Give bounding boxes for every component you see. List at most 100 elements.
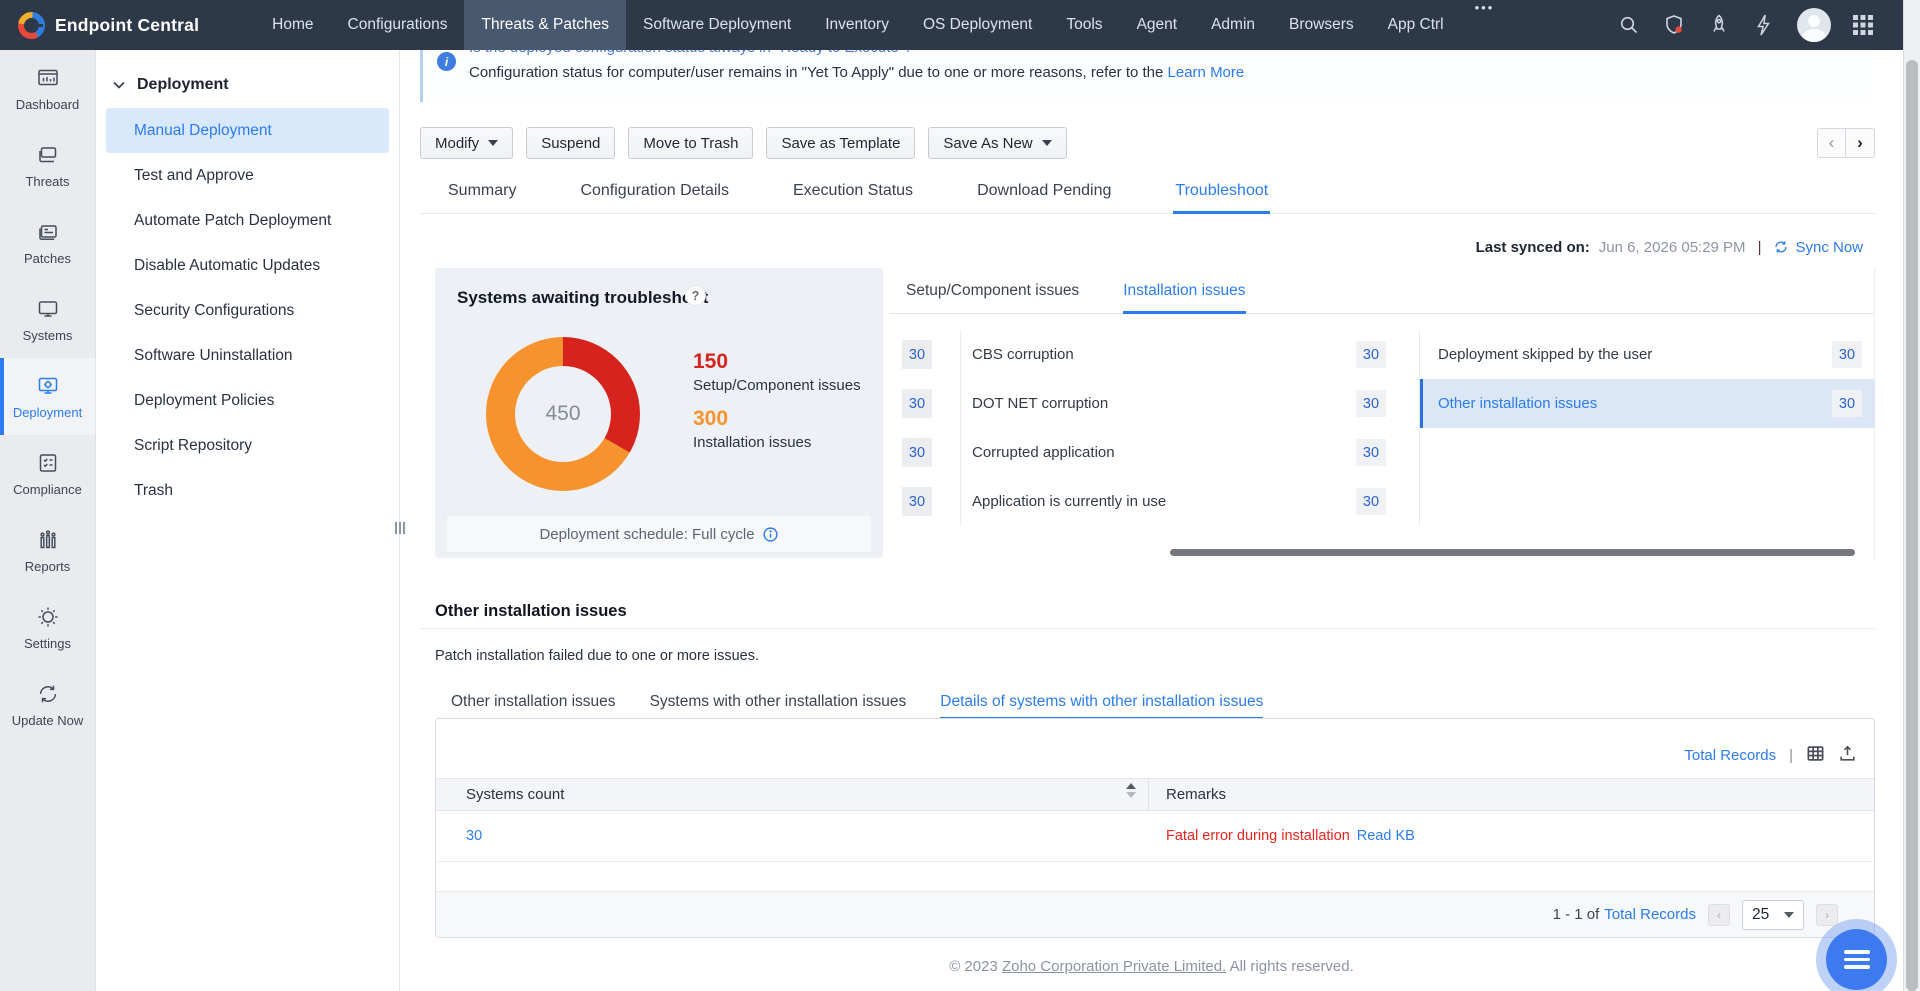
threats-icon (36, 143, 60, 167)
gear-icon (36, 605, 60, 629)
nav-item-browsers[interactable]: Browsers (1272, 0, 1371, 50)
sort-desc-icon[interactable] (1126, 792, 1136, 798)
patches-icon (36, 220, 60, 244)
issue-row-application-in-use[interactable]: 30 Application is currently in use 30 (902, 477, 1394, 526)
issue-count-link[interactable]: 30 (1832, 390, 1862, 417)
info-circle-icon[interactable] (762, 526, 779, 543)
section-description: Patch installation failed due to one or … (435, 648, 759, 664)
tab-details-of-systems[interactable]: Details of systems with other installati… (940, 686, 1263, 717)
issue-row-dot-net-corruption[interactable]: 30 DOT NET corruption 30 (902, 379, 1394, 428)
nav-item-inventory[interactable]: Inventory (808, 0, 906, 50)
next-record-button[interactable]: › (1846, 128, 1875, 158)
rocket-icon[interactable] (1707, 13, 1731, 37)
rail-item-settings[interactable]: Settings (0, 589, 95, 666)
systems-count-link[interactable]: 30 (436, 828, 482, 844)
brand[interactable]: Endpoint Central (0, 12, 199, 39)
rail-item-compliance[interactable]: Compliance (0, 435, 95, 512)
caret-down-icon (1042, 140, 1052, 146)
sidebar-resize-handle[interactable] (395, 522, 405, 534)
sidebar-item-security-configurations[interactable]: Security Configurations (106, 288, 389, 333)
issues-panel-tabs: Setup/Component issues Installation issu… (890, 268, 1874, 314)
sidebar-item-automate-patch-deployment[interactable]: Automate Patch Deployment (106, 198, 389, 243)
tab-summary[interactable]: Summary (446, 168, 518, 213)
export-icon[interactable] (1838, 744, 1857, 767)
nav-item-app-ctrl[interactable]: App Ctrl (1371, 0, 1461, 50)
section-tabs: Other installation issues Systems with o… (435, 686, 1875, 717)
sidebar-item-software-uninstallation[interactable]: Software Uninstallation (106, 333, 389, 378)
issue-row-other-installation-issues[interactable]: Other installation issues 30 (1420, 379, 1875, 428)
move-to-trash-button[interactable]: Move to Trash (628, 127, 753, 159)
more-menu-icon[interactable]: ••• (1461, 0, 1509, 50)
rail-item-deployment[interactable]: Deployment (0, 358, 95, 435)
tab-installation-issues[interactable]: Installation issues (1123, 268, 1245, 313)
sidebar-item-manual-deployment[interactable]: Manual Deployment (106, 108, 389, 153)
sort-asc-icon[interactable] (1126, 783, 1136, 789)
suspend-button[interactable]: Suspend (526, 127, 615, 159)
tab-systems-with-other-installation-issues[interactable]: Systems with other installation issues (650, 686, 907, 717)
rail-item-reports[interactable]: Reports (0, 512, 95, 589)
nav-item-os-deployment[interactable]: OS Deployment (906, 0, 1049, 50)
column-chooser-icon[interactable] (1806, 744, 1825, 767)
tab-troubleshoot[interactable]: Troubleshoot (1173, 168, 1270, 213)
nav-item-software-deployment[interactable]: Software Deployment (626, 0, 808, 50)
learn-more-link[interactable]: Learn More (1168, 64, 1245, 81)
sort-icons[interactable] (1126, 783, 1136, 798)
tab-setup-component-issues[interactable]: Setup/Component issues (906, 268, 1079, 313)
remark-text: Fatal error during installation (1166, 828, 1350, 844)
pagination-prev-button[interactable]: ‹ (1708, 904, 1730, 926)
save-as-template-button[interactable]: Save as Template (766, 127, 915, 159)
pagination-next-button[interactable]: › (1816, 904, 1838, 926)
total-records-link[interactable]: Total Records (1684, 747, 1776, 764)
sidebar-item-deployment-policies[interactable]: Deployment Policies (106, 378, 389, 423)
issue-count-link[interactable]: 30 (1356, 488, 1386, 515)
issue-row-cbs-corruption[interactable]: 30 CBS corruption 30 (902, 330, 1394, 379)
floating-menu-button[interactable] (1826, 929, 1887, 990)
issue-row-corrupted-application[interactable]: 30 Corrupted application 30 (902, 428, 1394, 477)
endpoint-central-logo-icon (18, 12, 45, 39)
rail-item-patches[interactable]: Patches (0, 204, 95, 281)
sync-now-link[interactable]: Sync Now (1773, 239, 1863, 256)
vertical-scrollbar-thumb[interactable] (1906, 60, 1918, 991)
issue-count-link[interactable]: 30 (1356, 341, 1386, 368)
issue-row-deployment-skipped[interactable]: Deployment skipped by the user 30 (1420, 330, 1875, 379)
zoho-link[interactable]: Zoho Corporation Private Limited. (1002, 958, 1226, 975)
issue-count-link[interactable]: 30 (1356, 390, 1386, 417)
rail-item-dashboard[interactable]: Dashboard (0, 50, 95, 127)
sidebar-item-test-and-approve[interactable]: Test and Approve (106, 153, 389, 198)
nav-item-tools[interactable]: Tools (1049, 0, 1119, 50)
nav-item-admin[interactable]: Admin (1194, 0, 1272, 50)
banner-question-link[interactable]: Is the deployed configuration status alw… (469, 50, 912, 56)
help-icon[interactable]: ? (685, 285, 706, 306)
sidebar-item-script-repository[interactable]: Script Repository (106, 423, 389, 468)
save-as-new-button[interactable]: Save As New (928, 127, 1066, 159)
tab-configuration-details[interactable]: Configuration Details (578, 168, 731, 213)
rail-item-systems[interactable]: Systems (0, 281, 95, 358)
nav-item-threats-patches[interactable]: Threats & Patches (464, 0, 626, 50)
search-icon[interactable] (1617, 13, 1641, 37)
horizontal-scrollbar-thumb[interactable] (1170, 549, 1855, 556)
nav-item-configurations[interactable]: Configurations (331, 0, 465, 50)
tab-execution-status[interactable]: Execution Status (791, 168, 915, 213)
modify-button[interactable]: Modify (420, 127, 513, 159)
flash-icon[interactable] (1752, 13, 1776, 37)
table-pagination: 1 - 1 of Total Records ‹ 25 › (436, 891, 1874, 937)
previous-record-button[interactable]: ‹ (1817, 128, 1846, 158)
rail-item-threats[interactable]: Threats (0, 127, 95, 204)
tab-download-pending[interactable]: Download Pending (975, 168, 1113, 213)
user-avatar[interactable] (1797, 8, 1831, 42)
sidebar-item-disable-automatic-updates[interactable]: Disable Automatic Updates (106, 243, 389, 288)
issue-count-link[interactable]: 30 (1356, 439, 1386, 466)
nav-item-agent[interactable]: Agent (1120, 0, 1195, 50)
page-size-select[interactable]: 25 (1742, 900, 1804, 930)
rail-item-update-now[interactable]: Update Now (0, 666, 95, 743)
pagination-total-records-link[interactable]: Total Records (1604, 906, 1696, 923)
apps-grid-icon[interactable] (1852, 14, 1874, 36)
sidebar-header-deployment[interactable]: Deployment (96, 50, 399, 108)
read-kb-link[interactable]: Read KB (1357, 828, 1415, 844)
issue-count-link[interactable]: 30 (1832, 341, 1862, 368)
tab-other-installation-issues[interactable]: Other installation issues (451, 686, 616, 717)
systems-awaiting-troubleshoot-card: Systems awaiting troubleshoot ? 450 150 … (435, 268, 883, 558)
sidebar-item-trash[interactable]: Trash (106, 468, 389, 513)
security-shield-icon[interactable] (1662, 13, 1686, 37)
nav-item-home[interactable]: Home (255, 0, 330, 50)
